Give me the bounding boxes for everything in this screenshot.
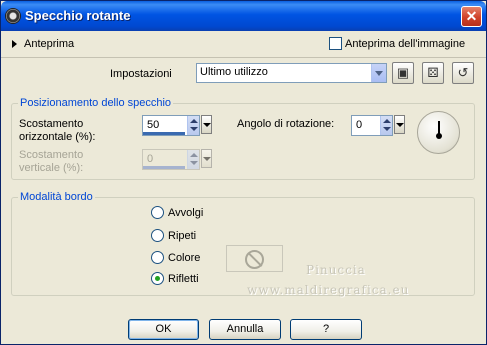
watermark-url: www.maldiregrafica.eu [247, 283, 410, 297]
dialog-window: Specchio rotante ✕ Anteprima Anteprima d… [0, 0, 487, 345]
vertical-offset-label: Scostamento verticale (%): [19, 149, 84, 174]
border-mode-legend: Modalità bordo [18, 191, 95, 203]
spin-arrows-icon[interactable] [380, 116, 392, 135]
horizontal-offset-spinner[interactable]: 50 [142, 115, 200, 136]
expand-arrow-icon[interactable] [12, 40, 17, 48]
vertical-offset-dropdown[interactable] [201, 149, 212, 168]
settings-label: Impostazioni [110, 68, 172, 80]
title-bar[interactable]: Specchio rotante ✕ [1, 1, 486, 31]
image-preview-label: Anteprima dell'immagine [345, 38, 466, 50]
prohibited-icon [245, 250, 264, 269]
spin-arrows-icon[interactable] [187, 116, 199, 135]
dice-icon: ⚄ [427, 65, 439, 80]
preview-bar: Anteprima Anteprima dell'immagine [1, 31, 486, 58]
radio-color[interactable] [151, 251, 164, 264]
horizontal-offset-value: 50 [147, 119, 160, 131]
vertical-offset-spinner[interactable]: 0 [142, 149, 200, 170]
rotation-angle-spinner[interactable]: 0 [351, 115, 393, 136]
radio-color-label[interactable]: Colore [168, 252, 200, 264]
horizontal-offset-dropdown[interactable] [201, 115, 212, 134]
rotation-angle-value: 0 [356, 119, 363, 131]
floppy-disk-icon: ▣ [396, 65, 410, 80]
radio-reflect-label[interactable]: Rifletti [168, 273, 199, 285]
border-color-swatch[interactable] [226, 245, 283, 272]
horizontal-offset-label: Scostamento orizzontale (%): [19, 118, 96, 143]
settings-selected-value: Ultimo utilizzo [200, 66, 268, 78]
dial-center-icon [436, 133, 442, 139]
preview-toggle[interactable]: Anteprima [24, 38, 74, 50]
spin-arrows-icon[interactable] [187, 150, 199, 169]
randomize-button[interactable]: ⚄ [422, 62, 444, 84]
image-preview-checkbox[interactable] [329, 37, 342, 50]
radio-wrap[interactable] [151, 206, 164, 219]
app-icon [5, 8, 21, 24]
reset-button[interactable]: ↺ [452, 62, 474, 84]
help-button[interactable]: ? [290, 319, 362, 340]
ok-button[interactable]: OK [128, 319, 199, 340]
radio-wrap-label[interactable]: Avvolgi [168, 207, 203, 219]
chevron-down-icon[interactable] [371, 64, 386, 82]
mirror-position-legend: Posizionamento dello specchio [18, 97, 174, 109]
radio-reflect[interactable] [151, 272, 164, 285]
close-button[interactable]: ✕ [461, 6, 482, 27]
rotation-angle-dropdown[interactable] [394, 115, 405, 134]
settings-select[interactable]: Ultimo utilizzo [196, 63, 387, 83]
radio-repeat-label[interactable]: Ripeti [168, 230, 196, 242]
window-title: Specchio rotante [25, 8, 131, 23]
cancel-button[interactable]: Annulla [209, 319, 281, 340]
watermark-author: Pinuccia [306, 263, 366, 277]
vertical-offset-value: 0 [147, 153, 154, 165]
radio-repeat[interactable] [151, 229, 164, 242]
save-preset-button[interactable]: ▣ [392, 62, 414, 84]
vertical-offset-bar [143, 166, 185, 169]
rotation-angle-label: Angolo di rotazione: [237, 118, 335, 130]
rotation-dial[interactable] [417, 111, 460, 154]
reset-icon: ↺ [457, 65, 469, 80]
horizontal-offset-bar [143, 132, 185, 135]
